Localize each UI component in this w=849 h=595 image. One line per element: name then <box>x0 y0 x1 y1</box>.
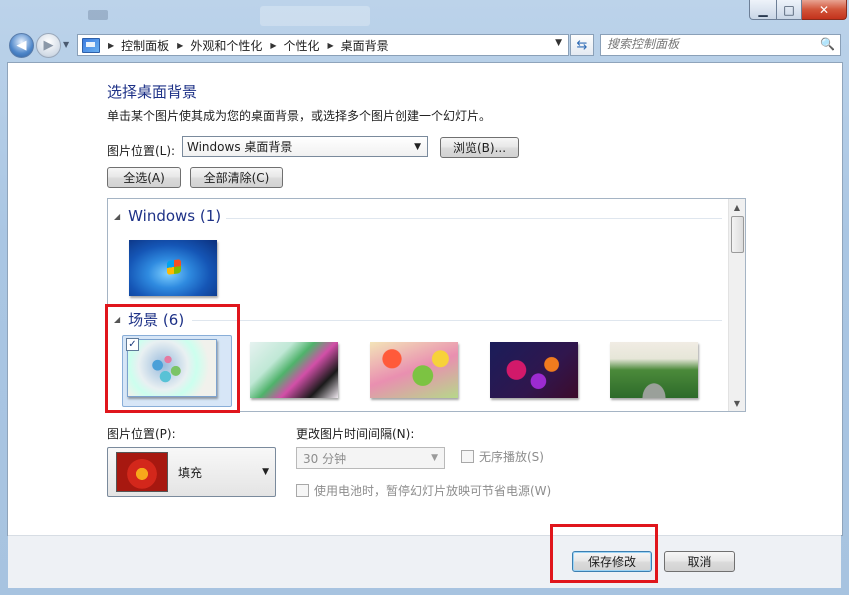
refresh-button[interactable]: ⇆ <box>570 34 594 56</box>
interval-value: 30 分钟 <box>303 451 347 466</box>
highlight-annotation-save <box>550 524 658 583</box>
window-controls: ▁ □ ✕ <box>749 0 847 20</box>
interval-select[interactable]: 30 分钟 ▼ <box>296 447 445 469</box>
picture-position-select[interactable]: 填充 ▼ <box>107 447 276 497</box>
gallery-scrollbar[interactable]: ▲ ▼ <box>728 199 745 411</box>
breadcrumb-appearance[interactable]: 外观和个性化 <box>190 37 262 54</box>
title-icon-blur <box>88 10 108 20</box>
picture-location-label: 图片位置(L): <box>107 144 176 158</box>
back-arrow-icon: ◀ <box>16 38 27 53</box>
wallpaper-thumbnail-scene-4[interactable] <box>490 342 578 398</box>
chevron-right-icon[interactable]: ▶ <box>108 41 114 50</box>
page-title: 选择桌面背景 <box>107 83 198 101</box>
dropdown-arrow-icon: ▼ <box>262 467 269 477</box>
dropdown-arrow-icon[interactable]: ▼ <box>555 38 562 48</box>
cancel-button[interactable]: 取消 <box>664 551 735 572</box>
page-subtitle: 单击某个图片使其成为您的桌面背景，或选择多个图片创建一个幻灯片。 <box>107 109 492 123</box>
browse-button[interactable]: 浏览(B)... <box>440 137 519 158</box>
breadcrumb-desktop-background[interactable]: 桌面背景 <box>341 37 389 54</box>
breadcrumb-control-panel[interactable]: 控制面板 <box>121 37 169 54</box>
navigation-bar: ◀ ▶ ▼ ▶ 控制面板 ▶ 外观和个性化 ▶ 个性化 ▶ 桌面背景 ▼ ⇆ 🔍 <box>0 30 849 60</box>
content-pane: 选择桌面背景 单击某个图片使其成为您的桌面背景，或选择多个图片创建一个幻灯片。 … <box>7 62 843 536</box>
refresh-icon: ⇆ <box>576 37 588 53</box>
minimize-button[interactable]: ▁ <box>749 0 777 20</box>
close-button[interactable]: ✕ <box>802 0 847 20</box>
chevron-right-icon[interactable]: ▶ <box>328 41 334 50</box>
collapse-triangle-icon[interactable]: ◢ <box>114 212 120 221</box>
wallpaper-thumbnail-windows[interactable] <box>129 240 217 296</box>
dropdown-arrow-icon: ▼ <box>431 453 438 463</box>
search-input[interactable] <box>601 35 818 53</box>
wallpaper-thumbnail-scene-2[interactable] <box>250 342 338 398</box>
group-divider <box>226 218 722 219</box>
recent-pages-dropdown[interactable]: ▼ <box>63 40 69 49</box>
title-blur <box>260 6 370 26</box>
wallpaper-thumbnail-scene-3[interactable] <box>370 342 458 398</box>
back-button[interactable]: ◀ <box>9 33 34 58</box>
select-all-button[interactable]: 全选(A) <box>107 167 181 188</box>
scrollbar-thumb[interactable] <box>731 216 744 253</box>
dropdown-arrow-icon: ▼ <box>414 141 421 152</box>
picture-location-value: Windows 桌面背景 <box>187 140 293 154</box>
interval-label: 更改图片时间间隔(N): <box>296 427 415 441</box>
shuffle-label: 无序播放(S) <box>479 450 544 464</box>
scroll-down-icon[interactable]: ▼ <box>729 395 745 411</box>
picture-position-value: 填充 <box>178 465 203 480</box>
picture-position-label: 图片位置(P): <box>107 427 176 441</box>
title-bar: ▁ □ ✕ <box>0 0 849 30</box>
highlight-annotation-scenes <box>105 304 240 413</box>
shuffle-checkbox[interactable]: 无序播放(S) <box>461 448 544 465</box>
picture-location-select[interactable]: Windows 桌面背景 ▼ <box>182 136 428 157</box>
clear-all-button[interactable]: 全部清除(C) <box>190 167 283 188</box>
group-divider <box>192 320 722 321</box>
control-panel-icon <box>82 37 100 53</box>
chevron-right-icon[interactable]: ▶ <box>270 41 276 50</box>
forward-arrow-icon: ▶ <box>43 38 54 53</box>
battery-pause-checkbox[interactable]: 使用电池时，暂停幻灯片放映可节省电源(W) <box>296 482 551 499</box>
chevron-right-icon[interactable]: ▶ <box>177 41 183 50</box>
search-icon[interactable]: 🔍 <box>820 37 835 51</box>
maximize-button[interactable]: □ <box>777 0 802 20</box>
wallpaper-thumbnail-scene-5[interactable] <box>610 342 698 398</box>
search-box[interactable]: 🔍 <box>600 34 841 56</box>
battery-pause-label: 使用电池时，暂停幻灯片放映可节省电源(W) <box>314 484 552 498</box>
forward-button[interactable]: ▶ <box>36 33 61 58</box>
address-bar[interactable]: ▶ 控制面板 ▶ 外观和个性化 ▶ 个性化 ▶ 桌面背景 ▼ <box>77 34 569 56</box>
group-title-windows: Windows (1) <box>128 207 222 225</box>
checkbox-box[interactable] <box>461 450 474 463</box>
breadcrumb-personalization[interactable]: 个性化 <box>284 37 320 54</box>
group-header-windows[interactable]: ◢ Windows (1) <box>114 207 221 225</box>
checkbox-box[interactable] <box>296 484 309 497</box>
fit-preview-image <box>116 452 168 492</box>
scroll-up-icon[interactable]: ▲ <box>729 199 745 215</box>
